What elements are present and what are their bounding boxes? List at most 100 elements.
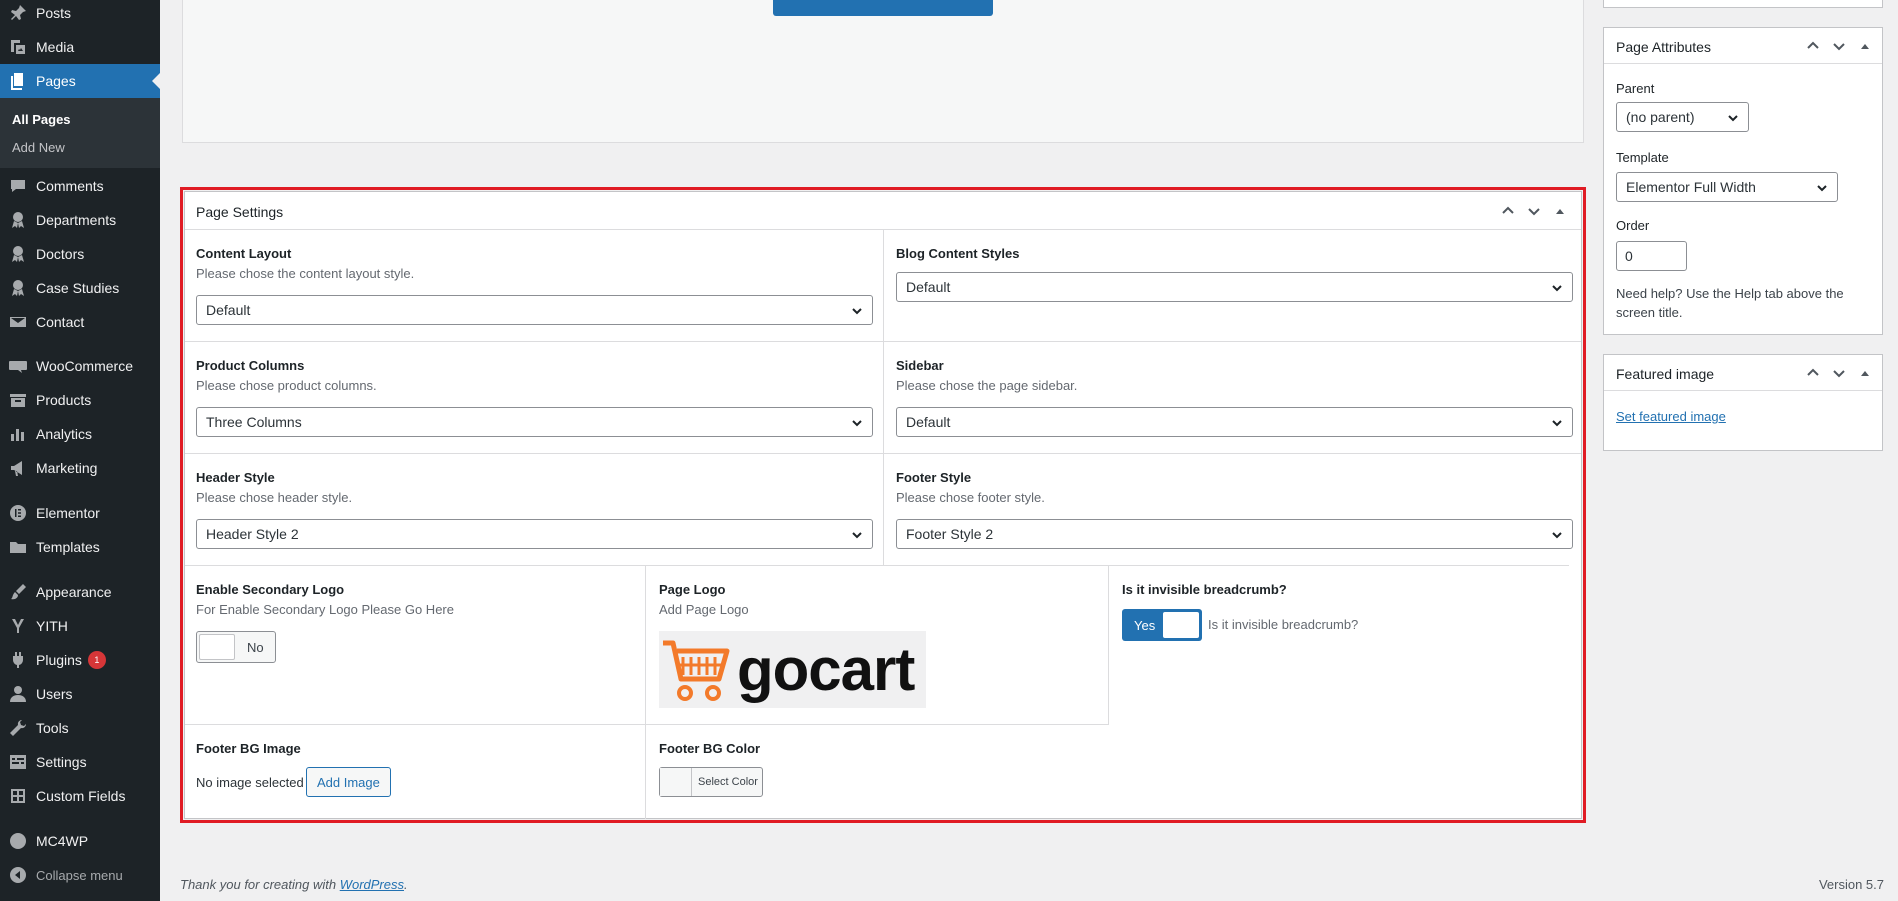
product-columns-desc: Please chose product columns. <box>196 378 377 393</box>
collapse-menu-button[interactable]: Collapse menu <box>0 858 160 892</box>
footer-bg-color-field: Footer BG Color <box>659 741 760 756</box>
sidebar-item-case-studies[interactable]: Case Studies <box>0 271 160 305</box>
footer-thanks: Thank you for creating with WordPress. <box>180 877 408 892</box>
move-up-icon[interactable] <box>1800 362 1826 384</box>
move-down-icon[interactable] <box>1521 200 1547 222</box>
elementor-icon <box>0 503 36 523</box>
brush-icon <box>0 582 36 602</box>
page-logo-label: Page Logo <box>659 582 726 597</box>
page-attributes-header: Page Attributes <box>1604 28 1882 64</box>
content-layout-select[interactable]: Default <box>196 295 873 325</box>
order-input[interactable]: 0 <box>1616 241 1687 271</box>
select-color-button[interactable]: Select Color <box>659 767 763 797</box>
add-image-button[interactable]: Add Image <box>306 767 391 797</box>
move-down-icon[interactable] <box>1826 35 1852 57</box>
sidebar-item-contact[interactable]: Contact <box>0 305 160 339</box>
product-columns-select[interactable]: Three Columns <box>196 407 873 437</box>
breadcrumb-desc-field: Is it invisible breadcrumb? <box>1208 617 1358 632</box>
sidebar-item-media[interactable]: Media <box>0 30 160 64</box>
publish-box-bottom <box>1603 0 1883 8</box>
sidebar-select[interactable]: Default <box>896 407 1573 437</box>
collapse-toggle-icon[interactable] <box>1852 362 1878 384</box>
sidebar-item-tools[interactable]: Tools <box>0 711 160 745</box>
blog-styles-select[interactable]: Default <box>896 272 1573 302</box>
sidebar-item-pages[interactable]: Pages <box>0 64 160 98</box>
collapse-icon <box>0 865 36 885</box>
page-attributes-title: Page Attributes <box>1616 39 1711 55</box>
move-up-icon[interactable] <box>1495 200 1521 222</box>
footer-style-desc: Please chose footer style. <box>896 490 1045 505</box>
sidebar-item-comments[interactable]: Comments <box>0 169 160 203</box>
sidebar-item-doctors[interactable]: Doctors <box>0 237 160 271</box>
sidebar-item-mc4wp[interactable]: MC4WP <box>0 824 160 858</box>
sidebar-item-posts[interactable]: Posts <box>0 0 160 30</box>
move-up-icon[interactable] <box>1800 35 1826 57</box>
edit-with-elementor-button[interactable] <box>773 0 993 16</box>
header-style-desc: Please chose header style. <box>196 490 353 505</box>
pages-submenu: All Pages Add New <box>0 98 160 168</box>
parent-select[interactable]: (no parent) <box>1616 102 1749 132</box>
secondary-logo-desc: For Enable Secondary Logo Please Go Here <box>196 602 454 617</box>
admin-sidebar: Posts Media Pages All Pages Add New Comm… <box>0 0 160 901</box>
chevron-down-icon <box>851 304 863 316</box>
sidebar-item-products[interactable]: Products <box>0 383 160 417</box>
plugins-update-badge: 1 <box>87 651 106 669</box>
sidebar-item-templates[interactable]: Templates <box>0 530 160 564</box>
archive-icon <box>0 390 36 410</box>
page-attributes-box: Page Attributes Parent (no parent) Templ… <box>1603 27 1883 335</box>
page-logo-desc: Add Page Logo <box>659 602 749 617</box>
logo-wordmark: gocart <box>737 635 915 703</box>
sidebar-label: Sidebar <box>896 358 944 373</box>
sidebar-item-woocommerce[interactable]: WooCommerce <box>0 349 160 383</box>
footer-bg-image-status-field: No image selected <box>196 775 304 790</box>
submenu-add-new[interactable]: Add New <box>12 140 65 155</box>
media-icon <box>0 37 36 57</box>
secondary-logo-label: Enable Secondary Logo <box>196 582 345 597</box>
column-divider <box>883 230 884 565</box>
secondary-logo-toggle[interactable]: No <box>196 631 276 663</box>
set-featured-image-link[interactable]: Set featured image <box>1616 409 1726 424</box>
footer-style-label: Footer Style <box>896 470 972 485</box>
award-icon <box>0 278 36 298</box>
secondary-logo-field: Enable Secondary Logo For Enable Seconda… <box>196 582 454 617</box>
parent-label: Parent <box>1616 81 1655 96</box>
breadcrumb-desc: Is it invisible breadcrumb? <box>1208 617 1359 632</box>
move-down-icon[interactable] <box>1826 362 1852 384</box>
sidebar-item-marketing[interactable]: Marketing <box>0 451 160 485</box>
sidebar-item-settings[interactable]: Settings <box>0 745 160 779</box>
template-select[interactable]: Elementor Full Width <box>1616 172 1838 202</box>
product-columns-field: Product Columns Please chose product col… <box>196 358 377 393</box>
sidebar-desc: Please chose the page sidebar. <box>896 378 1078 393</box>
page-settings-title: Page Settings <box>196 204 284 220</box>
blog-styles-label: Blog Content Styles <box>896 246 1020 261</box>
plugin-icon <box>0 650 36 670</box>
collapse-toggle-icon[interactable] <box>1547 200 1573 222</box>
page-logo-preview[interactable]: gocart <box>659 631 926 708</box>
sidebar-item-elementor[interactable]: Elementor <box>0 496 160 530</box>
submenu-all-pages[interactable]: All Pages <box>12 112 71 127</box>
woo-icon <box>0 356 36 376</box>
column-divider <box>1108 565 1109 724</box>
collapse-toggle-icon[interactable] <box>1852 35 1878 57</box>
sidebar-field: Sidebar Please chose the page sidebar. <box>896 358 1077 393</box>
chevron-down-icon <box>1816 181 1828 193</box>
sidebar-item-appearance[interactable]: Appearance <box>0 575 160 609</box>
sidebar-item-analytics[interactable]: Analytics <box>0 417 160 451</box>
footer-style-field: Footer Style Please chose footer style. <box>896 470 1045 505</box>
chevron-down-icon <box>1551 528 1563 540</box>
wordpress-link[interactable]: WordPress <box>340 877 404 892</box>
sidebar-item-users[interactable]: Users <box>0 677 160 711</box>
sidebar-item-departments[interactable]: Departments <box>0 203 160 237</box>
sidebar-item-custom-fields[interactable]: Custom Fields <box>0 779 160 813</box>
page-settings-header: Page Settings <box>185 192 1581 230</box>
breadcrumb-toggle[interactable]: Yes <box>1122 609 1202 641</box>
toggle-knob <box>199 634 235 660</box>
content-layout-desc: Please chose the content layout style. <box>196 266 415 281</box>
sidebar-item-yith[interactable]: YITH <box>0 609 160 643</box>
footer-style-select[interactable]: Footer Style 2 <box>896 519 1573 549</box>
color-swatch <box>660 768 692 796</box>
footer-bg-image-label: Footer BG Image <box>196 741 301 756</box>
sidebar-item-plugins[interactable]: Plugins 1 <box>0 643 160 677</box>
header-style-select[interactable]: Header Style 2 <box>196 519 873 549</box>
content-layout-label: Content Layout <box>196 246 292 261</box>
